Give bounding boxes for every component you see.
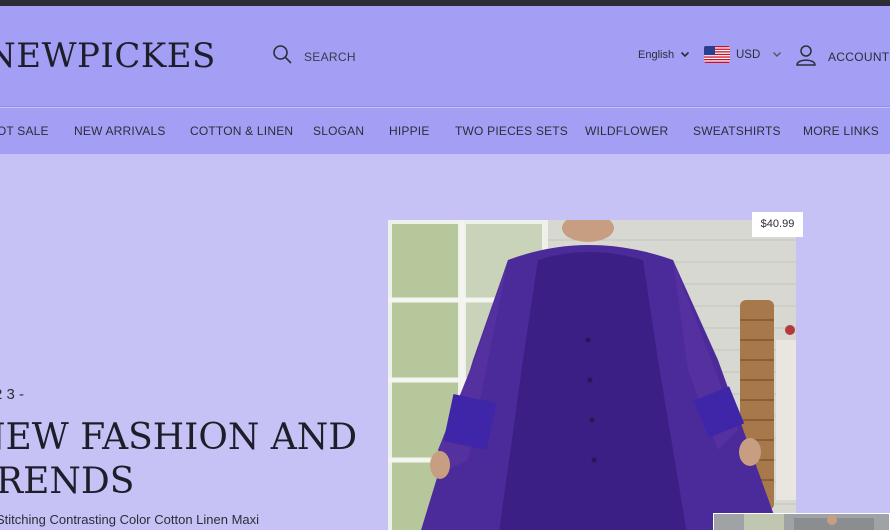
us-flag-icon [704,46,730,63]
search-icon [272,44,292,69]
user-icon [795,44,817,69]
language-selector[interactable]: English [638,49,690,61]
site-logo[interactable]: NEWPICKES [0,36,216,76]
chevron-down-icon [772,49,782,61]
product-thumbnail[interactable] [713,513,890,530]
logo-text: NEWPICKES [0,36,216,76]
hero-subtext: Stitching Contrasting Color Cotton Linen… [0,512,260,527]
nav-item-hippie[interactable]: HIPPIE [389,124,430,138]
currency-label: USD [736,48,761,61]
nav-item-two-pieces-sets[interactable]: TWO PIECES SETS [455,124,568,138]
account-button[interactable]: ACCOUNT [795,44,889,69]
nav-item-wildflower[interactable]: WILDFLOWER [585,124,668,138]
hero-headline-line1: NEW FASHION AND [0,417,358,458]
nav-item-new-arrivals[interactable]: NEW ARRIVALS [74,124,166,138]
product-photo[interactable] [388,220,796,530]
site-header: NEWPICKES SEARCH English USD ACCOUNT [0,6,890,107]
nav-item-slogan[interactable]: SLOGAN [313,124,364,138]
account-label: ACCOUNT [828,49,890,64]
chevron-down-icon [680,49,690,61]
nav-item-more-links[interactable]: MORE LINKS [803,124,879,138]
search-button[interactable]: SEARCH [272,44,356,69]
nav-item-hot-sale[interactable]: HOT SALE [0,124,49,138]
currency-selector[interactable]: USD [704,46,782,63]
nav-item-sweatshirts[interactable]: SWEATSHIRTS [693,124,781,138]
hero-headline-line2: TRENDS [0,461,135,502]
main-navigation: HOT SALE NEW ARRIVALS COTTON & LINEN SLO… [0,108,890,154]
search-label: SEARCH [304,49,356,64]
hero-kicker: 2 3 - [0,386,25,403]
nav-item-cotton-linen[interactable]: COTTON & LINEN [190,124,293,138]
language-label: English [638,49,675,61]
price-tag: $40.99 [752,212,803,237]
hero-headline: NEW FASHION AND TRENDS [0,416,357,504]
hero-banner: 2 3 - NEW FASHION AND TRENDS Stitching C… [0,154,890,530]
